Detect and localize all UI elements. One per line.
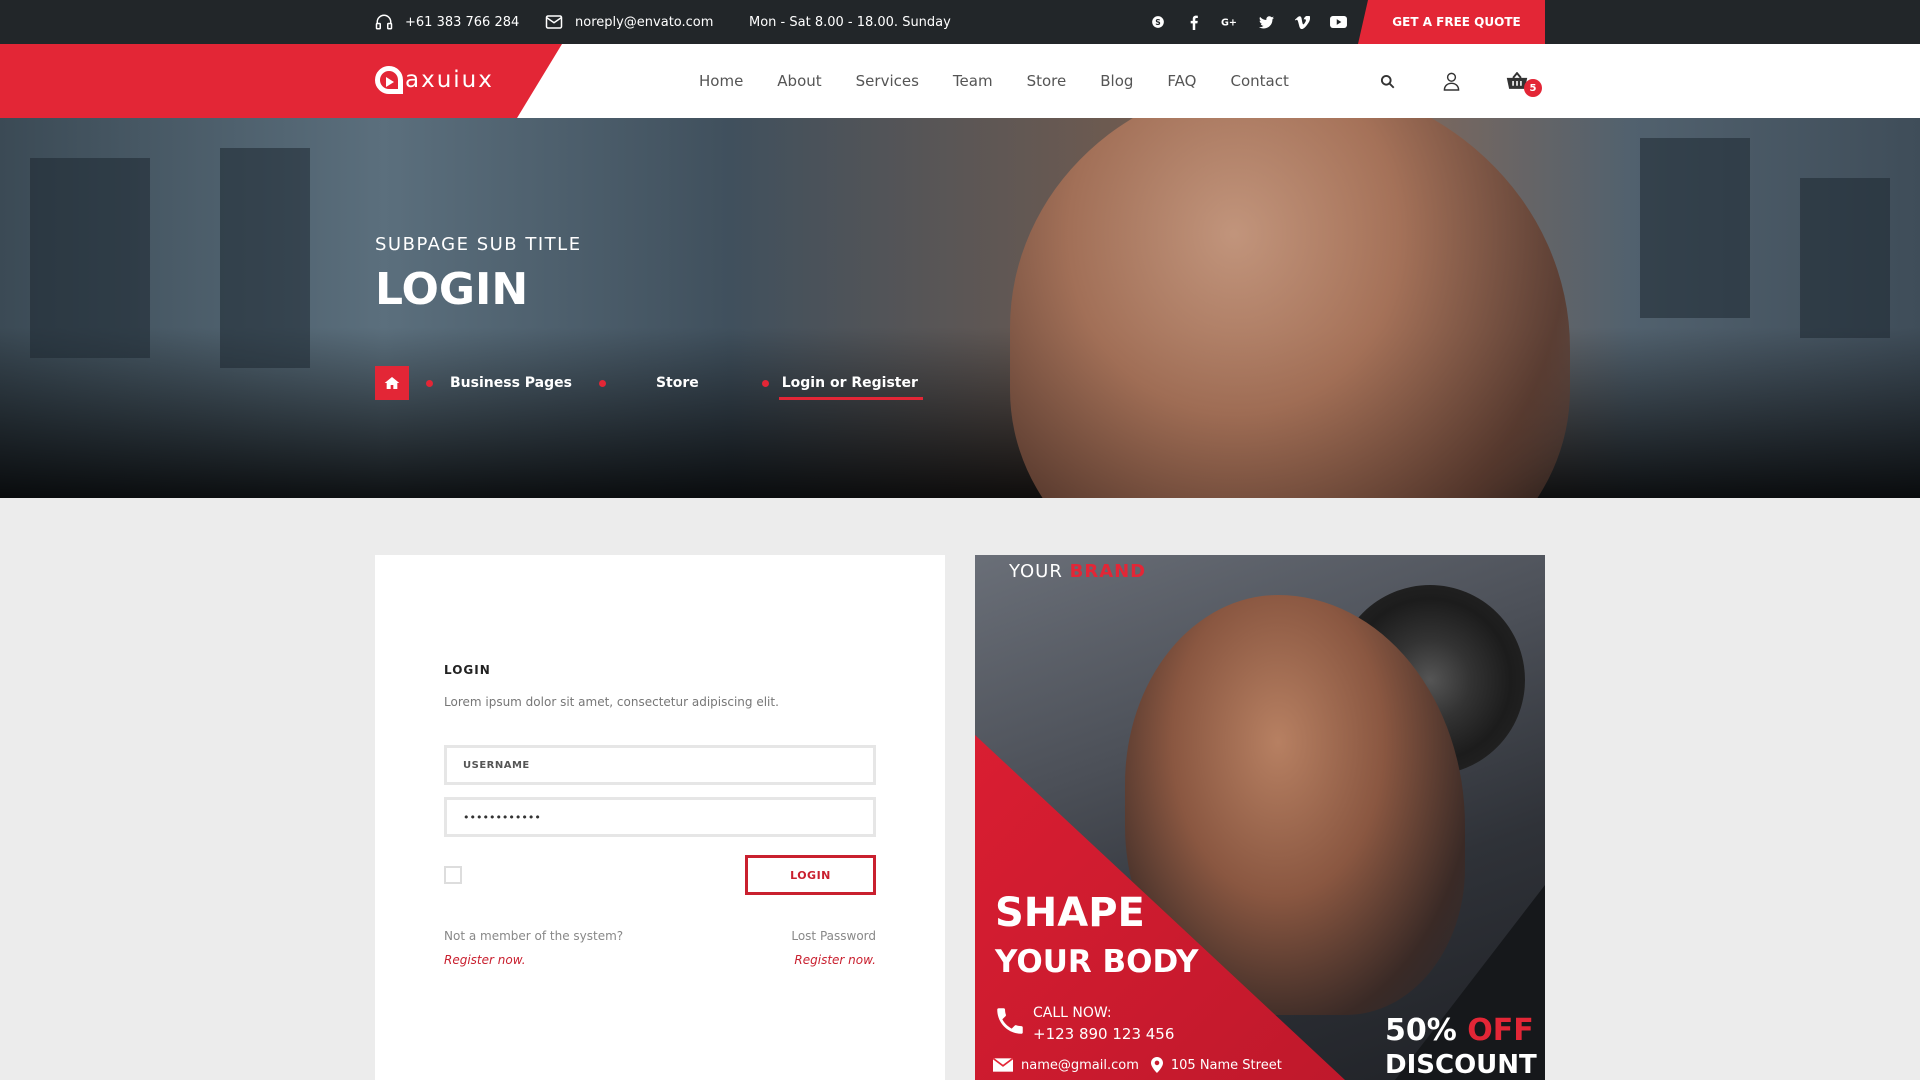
username-input[interactable] bbox=[444, 745, 876, 785]
envelope-icon bbox=[993, 1058, 1013, 1072]
topbar-hours-text: Mon - Sat 8.00 - 18.00. Sunday bbox=[749, 14, 951, 30]
login-description: Lorem ipsum dolor sit amet, consectetur … bbox=[444, 695, 779, 709]
site-logo[interactable]: axuiux bbox=[375, 62, 494, 98]
breadcrumb-separator bbox=[761, 379, 769, 387]
svg-text:S: S bbox=[1155, 18, 1160, 27]
lost-password-register-link[interactable]: Register now. bbox=[794, 953, 876, 967]
phone-icon bbox=[997, 1008, 1023, 1034]
logo-mark-icon bbox=[375, 66, 403, 94]
nav-services[interactable]: Services bbox=[856, 72, 919, 90]
promo-address: 105 Name Street bbox=[1170, 1057, 1282, 1073]
hero-background-window bbox=[220, 148, 310, 368]
login-heading: LOGIN bbox=[444, 663, 491, 677]
nav-faq[interactable]: FAQ bbox=[1167, 72, 1196, 90]
main-nav: Home About Services Team Store Blog FAQ … bbox=[682, 44, 1306, 118]
promo-brand-prefix: YOUR bbox=[1009, 561, 1063, 582]
topbar-email-text: noreply@envato.com bbox=[575, 14, 714, 30]
promo-discount-off: OFF bbox=[1467, 1013, 1534, 1048]
promo-brand: YOUR BRAND bbox=[1009, 561, 1146, 582]
topbar-phone-text: +61 383 766 284 bbox=[405, 14, 520, 30]
user-icon[interactable] bbox=[1438, 68, 1464, 94]
skype-icon[interactable]: S bbox=[1140, 0, 1176, 44]
social-links: S G+ bbox=[1140, 0, 1356, 44]
hero-athlete-image bbox=[1010, 118, 1570, 498]
topbar-hours: Mon - Sat 8.00 - 18.00. Sunday bbox=[749, 0, 951, 44]
vimeo-icon[interactable] bbox=[1284, 0, 1320, 44]
login-card: LOGIN Lorem ipsum dolor sit amet, consec… bbox=[375, 555, 945, 1080]
promo-email: name@gmail.com bbox=[1021, 1057, 1139, 1073]
breadcrumb-home[interactable] bbox=[375, 366, 409, 400]
remember-me-checkbox[interactable] bbox=[444, 866, 462, 884]
promo-call-label: CALL NOW: bbox=[1033, 1005, 1112, 1021]
envelope-icon bbox=[545, 15, 563, 29]
breadcrumb-current: Login or Register bbox=[778, 375, 924, 400]
not-member-text: Not a member of the system? bbox=[444, 929, 624, 943]
promo-headline-2: YOUR BODY bbox=[995, 944, 1199, 980]
youtube-icon[interactable] bbox=[1320, 0, 1356, 44]
hero-background-window bbox=[30, 158, 150, 358]
svg-text:G+: G+ bbox=[1221, 18, 1237, 28]
breadcrumb-business-pages[interactable]: Business Pages bbox=[450, 375, 572, 391]
nav-about[interactable]: About bbox=[777, 72, 821, 90]
hero-subtitle: SUBPAGE SUB TITLE bbox=[375, 234, 582, 255]
top-bar: +61 383 766 284 noreply@envato.com Mon -… bbox=[0, 0, 1920, 44]
home-icon bbox=[384, 377, 400, 389]
nav-home[interactable]: Home bbox=[699, 72, 743, 90]
login-button[interactable]: LOGIN bbox=[745, 855, 876, 895]
breadcrumb-separator bbox=[426, 379, 433, 387]
breadcrumb-separator bbox=[598, 379, 606, 387]
nav-contact[interactable]: Contact bbox=[1230, 72, 1288, 90]
search-icon[interactable] bbox=[1374, 68, 1400, 94]
nav-store[interactable]: Store bbox=[1027, 72, 1067, 90]
logo-text: axuiux bbox=[405, 67, 494, 93]
google-plus-icon[interactable]: G+ bbox=[1212, 0, 1248, 44]
hero-background-window bbox=[1640, 138, 1750, 318]
topbar-phone[interactable]: +61 383 766 284 bbox=[375, 0, 519, 44]
promo-banner[interactable]: YOUR BRAND SHAPE YOUR BODY CALL NOW: +12… bbox=[975, 555, 1545, 1080]
free-quote-button[interactable]: GET A FREE QUOTE bbox=[1358, 0, 1545, 44]
headphones-icon bbox=[375, 14, 393, 30]
promo-headline-1: SHAPE bbox=[995, 890, 1145, 936]
page-hero: SUBPAGE SUB TITLE LOGIN Business Pages S… bbox=[0, 118, 1920, 498]
promo-phone: +123 890 123 456 bbox=[1033, 1025, 1175, 1043]
promo-discount-label: DISCOUNT bbox=[1385, 1050, 1537, 1080]
nav-blog[interactable]: Blog bbox=[1100, 72, 1133, 90]
facebook-icon[interactable] bbox=[1176, 0, 1212, 44]
lost-password-text: Lost Password bbox=[791, 929, 876, 943]
main-header: axuiux Home About Services Team Store Bl… bbox=[0, 44, 1920, 118]
cart-count-badge: 5 bbox=[1524, 79, 1542, 97]
password-input[interactable] bbox=[444, 797, 876, 837]
breadcrumb: Business Pages Store Login or Register bbox=[375, 366, 924, 400]
promo-brand-accent: BRAND bbox=[1069, 561, 1147, 582]
hero-background-window bbox=[1800, 178, 1890, 338]
twitter-icon[interactable] bbox=[1248, 0, 1284, 44]
nav-team[interactable]: Team bbox=[953, 72, 993, 90]
promo-discount-value: 50% OFF bbox=[1385, 1013, 1534, 1048]
promo-contact-line: name@gmail.com 105 Name Street bbox=[993, 1055, 1282, 1075]
register-link[interactable]: Register now. bbox=[444, 953, 526, 967]
location-pin-icon bbox=[1150, 1057, 1163, 1073]
promo-discount-percent: 50% bbox=[1385, 1013, 1457, 1048]
breadcrumb-store[interactable]: Store bbox=[656, 375, 699, 391]
topbar-email[interactable]: noreply@envato.com bbox=[545, 0, 713, 44]
page-title: LOGIN bbox=[375, 264, 529, 315]
